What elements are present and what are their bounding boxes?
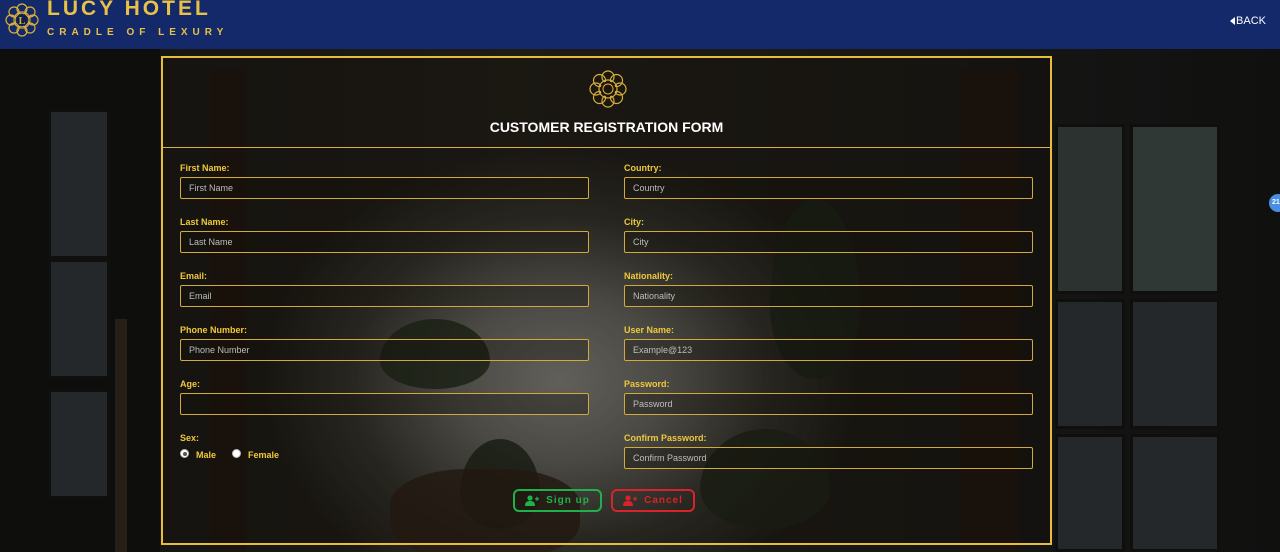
city-label: City:: [624, 217, 644, 227]
username-input[interactable]: [624, 339, 1033, 361]
user-plus-icon: [623, 495, 638, 506]
nationality-input[interactable]: [624, 285, 1033, 307]
ornament-logo-icon[interactable]: L: [2, 0, 42, 40]
last-name-input[interactable]: [180, 231, 589, 253]
country-input[interactable]: [624, 177, 1033, 199]
password-input[interactable]: [624, 393, 1033, 415]
hotel-tagline: CRADLE OF LEXURY: [47, 27, 229, 38]
side-badge[interactable]: 21: [1269, 194, 1280, 212]
cancel-button[interactable]: Cancel: [611, 489, 695, 512]
back-button[interactable]: BACK: [1230, 15, 1266, 27]
cancel-label: Cancel: [644, 495, 683, 506]
confirm-password-input[interactable]: [624, 447, 1033, 469]
username-label: User Name:: [624, 325, 675, 335]
phone-number-input[interactable]: [180, 339, 589, 361]
svg-text:L: L: [19, 16, 26, 27]
form-title: CUSTOMER REGISTRATION FORM: [489, 119, 724, 135]
sex-male-radio[interactable]: [180, 449, 189, 458]
last-name-label: Last Name:: [180, 217, 229, 227]
top-header: L LUCY HOTEL CRADLE OF LEXURY BACK: [0, 0, 1280, 49]
first-name-label: First Name:: [180, 163, 230, 173]
sex-label: Sex:: [180, 433, 200, 443]
signup-button[interactable]: Sign up: [513, 489, 602, 512]
country-label: Country:: [624, 163, 662, 173]
age-label: Age:: [180, 379, 200, 389]
hotel-name: LUCY HOTEL: [47, 0, 211, 20]
sex-female-radio[interactable]: [232, 449, 241, 458]
city-input[interactable]: [624, 231, 1033, 253]
sex-female-label: Female: [248, 450, 280, 460]
password-label: Password:: [624, 379, 670, 389]
user-plus-icon: [525, 495, 540, 506]
title-divider: [163, 147, 1050, 148]
nationality-label: Nationality:: [624, 271, 674, 281]
confirm-password-label: Confirm Password:: [624, 433, 707, 443]
registration-form: CUSTOMER REGISTRATION FORM First Name: L…: [161, 56, 1052, 545]
back-label: BACK: [1236, 15, 1266, 27]
caret-left-icon: [1230, 17, 1236, 25]
signup-label: Sign up: [546, 495, 590, 506]
email-label: Email:: [180, 271, 208, 281]
ornament-emblem-icon: [586, 67, 630, 111]
first-name-input[interactable]: [180, 177, 589, 199]
phone-number-label: Phone Number:: [180, 325, 248, 335]
age-input[interactable]: [180, 393, 589, 415]
sex-male-label: Male: [196, 450, 217, 460]
email-input[interactable]: [180, 285, 589, 307]
